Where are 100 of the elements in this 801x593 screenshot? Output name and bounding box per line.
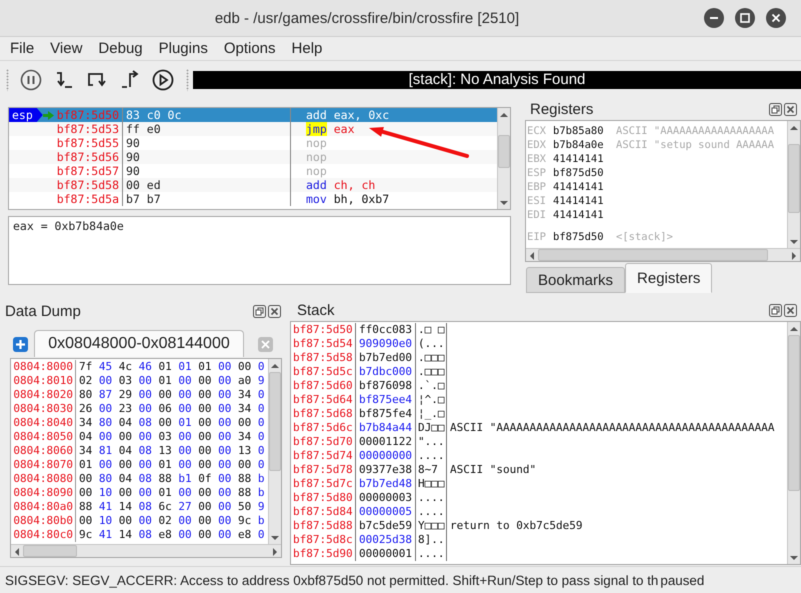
stack-value: 00000003	[355, 491, 415, 505]
stack-value: b7c5de59	[355, 519, 415, 533]
register-label: esp	[9, 108, 43, 122]
scrollbar[interactable]	[497, 108, 510, 209]
scroll-left-icon	[530, 252, 534, 260]
disassembly-row[interactable]: bf87:5d58 00 ed add ch, ch	[9, 178, 497, 192]
disassembly-row[interactable]: bf87:5d56 90 nop	[9, 150, 497, 164]
close-button[interactable]	[784, 304, 797, 316]
stack-value: b7b84a44	[355, 421, 415, 435]
scroll-up-icon	[500, 112, 508, 116]
register-name: ECX	[527, 124, 547, 138]
ascii-text: ....	[415, 505, 446, 519]
register-comment: ASCII "AAAAAAAAAAAAAAAAAA	[616, 124, 774, 138]
disassembly-row[interactable]: esp bf87:5d50 83 c0 0c add eax, 0xc	[9, 108, 497, 122]
stack-value: ff0cc083	[355, 323, 415, 337]
undock-icon	[253, 304, 266, 318]
run-icon	[152, 68, 174, 90]
address-text: 0804:80b0	[12, 514, 74, 528]
address-text: bf87:5d58	[56, 178, 120, 192]
scrollbar[interactable]	[11, 544, 281, 557]
step-out-icon	[119, 68, 141, 90]
scrollbar-thumb[interactable]	[23, 545, 78, 557]
address-text: bf87:5d68	[292, 407, 354, 421]
register-name: ESI	[527, 194, 547, 208]
menu-item[interactable]: View	[50, 40, 90, 57]
tab[interactable]: Registers	[625, 263, 712, 293]
close-icon	[784, 102, 797, 116]
scroll-down-icon	[790, 556, 798, 560]
maximize-button[interactable]	[735, 8, 755, 28]
pause-button[interactable]	[19, 68, 43, 92]
address-text: bf87:5d7c	[292, 477, 354, 491]
address-text: bf87:5d5c	[292, 365, 354, 379]
tab[interactable]: Bookmarks	[526, 267, 626, 293]
register-value: 41414141	[553, 194, 605, 208]
ascii-text: .□□□	[415, 365, 446, 379]
minimize-button[interactable]	[704, 8, 724, 28]
menu-item[interactable]: Debug	[98, 40, 151, 57]
address-text: bf87:5d78	[292, 463, 354, 477]
scroll-up-icon	[790, 326, 798, 330]
undock-icon	[769, 102, 782, 116]
scroll-up-icon	[790, 126, 798, 130]
ascii-text: .`.□	[415, 379, 446, 393]
add-tab-button[interactable]	[13, 337, 28, 352]
close-button[interactable]	[268, 304, 281, 318]
ascii-text: H□□□	[415, 477, 446, 491]
stack-value: bf875fe4	[355, 407, 415, 421]
close-button[interactable]	[784, 102, 797, 116]
menu-item[interactable]: File	[10, 40, 42, 57]
address-text: bf87:5d50	[56, 108, 120, 122]
stack-comment: return to 0xb7c5de59	[450, 519, 582, 532]
ascii-text: .□□□	[415, 351, 446, 365]
register-value: bf875d50	[553, 166, 605, 180]
pause-icon	[20, 68, 42, 90]
stack-value: bf875ee4	[355, 393, 415, 407]
close-button[interactable]	[766, 8, 786, 28]
scrollbar-thumb[interactable]	[538, 249, 768, 261]
scroll-up-icon	[271, 364, 279, 368]
panel-title: Registers	[530, 100, 594, 118]
scrollbar-thumb[interactable]	[788, 144, 800, 213]
undock-button[interactable]	[769, 102, 782, 116]
stack-value: 909090e0	[355, 337, 415, 351]
address-text: bf87:5d70	[292, 435, 354, 449]
scrollbar[interactable]	[787, 121, 800, 248]
register-name: ESP	[527, 166, 547, 180]
status-message: SIGSEGV: SEGV_ACCERR: Access to address 0xbf875d50 not permitted. Shift+Run/Step to pass signal to th	[5, 572, 658, 588]
ascii-text: ....	[415, 491, 446, 505]
scrollbar-thumb[interactable]	[498, 134, 510, 168]
address-text: bf87:5d90	[292, 547, 354, 561]
ascii-text: ....	[415, 547, 446, 561]
address-text: 0804:8010	[12, 374, 74, 388]
ascii-text: ¦_.□	[415, 407, 446, 421]
plus-icon	[15, 339, 26, 350]
address-text: 0804:8020	[12, 388, 74, 402]
scrollbar[interactable]	[787, 322, 800, 564]
stack-value: 00000000	[355, 449, 415, 463]
address-text: 0804:8060	[12, 444, 74, 458]
scroll-down-icon	[790, 240, 798, 244]
address-text: bf87:5d53	[56, 122, 120, 136]
scrollbar-thumb[interactable]	[788, 335, 800, 491]
address-text: bf87:5d60	[292, 379, 354, 393]
scrollbar[interactable]	[268, 359, 281, 544]
address-text: bf87:5d84	[292, 505, 354, 519]
ascii-text: "...	[415, 435, 446, 449]
disassembly-row[interactable]: bf87:5d53 ff e0 jmp eax	[9, 122, 497, 136]
run-button[interactable]	[151, 68, 175, 92]
window-title: edb - /usr/games/crossfire/bin/crossfire [2510]	[214, 10, 520, 26]
ascii-text: Y□□□	[415, 519, 446, 533]
tab[interactable]: 0x08048000-0x08144000	[34, 330, 244, 357]
address-text: bf87:5d55	[56, 136, 120, 150]
menu-item[interactable]: Help	[292, 40, 330, 57]
undock-button[interactable]	[769, 304, 782, 316]
undock-button[interactable]	[253, 304, 266, 318]
menu-item[interactable]: Options	[224, 40, 284, 57]
scrollbar-thumb[interactable]	[269, 372, 281, 471]
address-text: 0804:8070	[12, 458, 74, 472]
menu-item[interactable]: Plugins	[158, 40, 216, 57]
register-name: EDX	[527, 138, 547, 152]
address-text: bf87:5d88	[292, 519, 354, 533]
stack-value: 00025d38	[355, 533, 415, 547]
scrollbar[interactable]	[526, 248, 800, 261]
